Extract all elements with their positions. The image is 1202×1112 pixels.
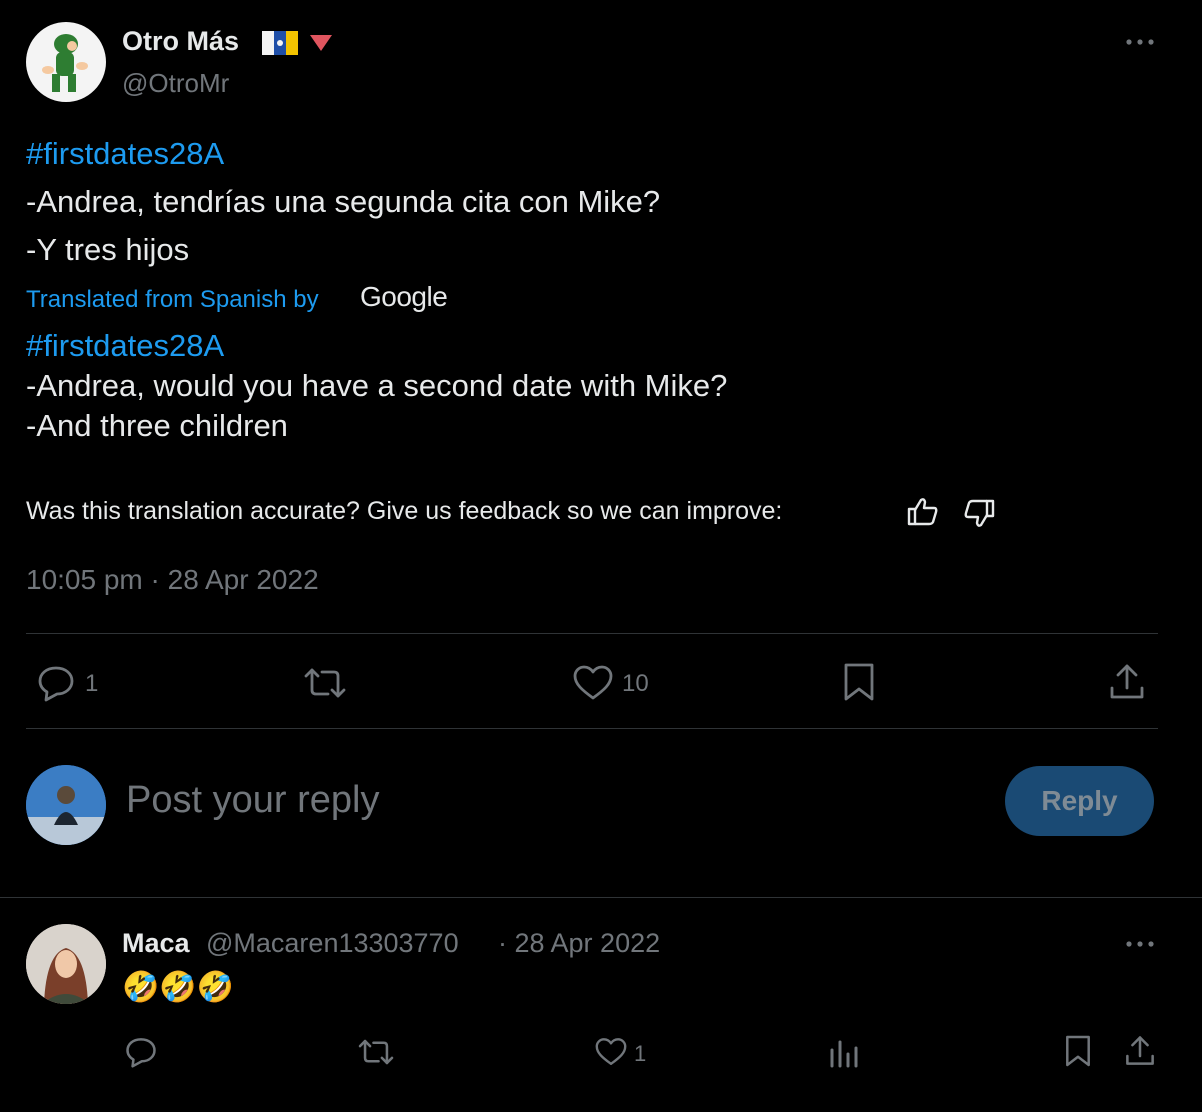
- author-avatar[interactable]: [26, 22, 106, 102]
- post-text-line-2: -Y tres hijos: [26, 232, 190, 267]
- bookmark-icon[interactable]: [842, 662, 876, 702]
- reply-icon[interactable]: [36, 664, 76, 702]
- reply-like-icon[interactable]: [594, 1037, 628, 1067]
- google-logo: Google: [360, 281, 448, 312]
- like-icon[interactable]: [572, 664, 614, 702]
- reply-repost-icon[interactable]: [356, 1036, 396, 1068]
- post-timestamp[interactable]: 10:05 pm · 28 Apr 2022: [26, 564, 319, 596]
- author-handle[interactable]: @OtroMr: [122, 68, 229, 99]
- triangle-down-icon: [308, 33, 334, 58]
- translated-hashtag-link[interactable]: #firstdates28A: [26, 328, 224, 364]
- divider: [26, 728, 1158, 729]
- translated-text-line-1: -Andrea, would you have a second date wi…: [26, 368, 728, 403]
- reply-input[interactable]: Post your reply: [126, 779, 379, 822]
- translated-from-label[interactable]: Translated from Spanish by: [26, 286, 319, 314]
- reply-content: 🤣🤣🤣: [122, 970, 235, 1005]
- reply-share-icon[interactable]: [1124, 1034, 1156, 1068]
- reply-author-handle[interactable]: @Macaren13303770: [206, 928, 459, 959]
- reply-like-count: 1: [634, 1041, 647, 1066]
- reply-reply-icon[interactable]: [124, 1036, 158, 1068]
- current-user-avatar[interactable]: [26, 765, 106, 845]
- thumbs-up-icon[interactable]: [906, 496, 940, 528]
- hashtag-link[interactable]: #firstdates28A: [26, 136, 224, 172]
- divider: [26, 633, 1158, 634]
- repost-icon[interactable]: [302, 664, 348, 702]
- reply-date[interactable]: · 28 Apr 2022: [498, 928, 660, 959]
- analytics-icon[interactable]: [828, 1038, 860, 1068]
- author-name[interactable]: Otro Más: [122, 26, 239, 57]
- flag-icon: [262, 31, 298, 55]
- reply-author-avatar[interactable]: [26, 924, 106, 1004]
- reply-button[interactable]: Reply: [1005, 766, 1154, 836]
- thumbs-down-icon[interactable]: [962, 498, 996, 530]
- reply-author-name[interactable]: Maca: [122, 928, 190, 959]
- reply-bookmark-icon[interactable]: [1064, 1034, 1092, 1068]
- reply-more-options-icon[interactable]: [1124, 938, 1156, 950]
- more-options-icon[interactable]: [1124, 36, 1156, 48]
- divider: [0, 897, 1202, 898]
- like-count: 10: [622, 670, 649, 697]
- share-icon[interactable]: [1108, 662, 1146, 702]
- reply-count: 1: [85, 670, 99, 697]
- translated-text-line-2: -And three children: [26, 408, 288, 443]
- post-text-line-1: -Andrea, tendrías una segunda cita con M…: [26, 184, 661, 219]
- translation-feedback-prompt: Was this translation accurate? Give us f…: [26, 497, 783, 525]
